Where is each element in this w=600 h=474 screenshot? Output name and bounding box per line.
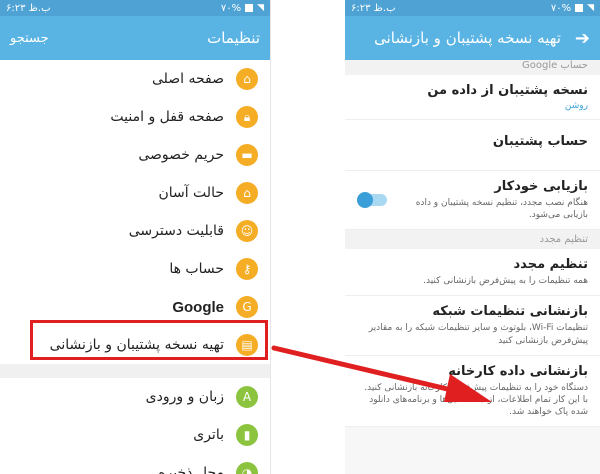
status-bar: ۶:۲۳ ب.ظ ۷۰% ◥	[345, 0, 600, 16]
battery-level: ۷۰%	[220, 2, 242, 14]
signal-icon	[245, 4, 254, 12]
menu-item-home[interactable]: ⌂ صفحه اصلی	[0, 60, 270, 98]
status-time: ۶:۲۳ ب.ظ	[351, 2, 396, 14]
language-icon: A	[236, 386, 258, 408]
section-divider	[0, 364, 270, 378]
page-title: تهیه نسخه پشتیبان و بازنشانی	[374, 29, 561, 47]
lock-icon: 🔒︎	[236, 106, 258, 128]
menu-item-easy-mode[interactable]: ⌂ حالت آسان	[0, 174, 270, 212]
menu-item-lock-security[interactable]: 🔒︎ صفحه قفل و امنیت	[0, 98, 270, 136]
easy-mode-icon: ⌂	[236, 182, 258, 204]
auto-restore-toggle[interactable]	[357, 192, 387, 209]
privacy-icon: ▬	[236, 144, 258, 166]
menu-item-battery[interactable]: ▮ باتری	[0, 416, 270, 454]
storage-icon: ◔	[236, 462, 258, 474]
app-bar: ➔ تهیه نسخه پشتیبان و بازنشانی	[345, 16, 600, 60]
menu-item-accessibility[interactable]: ☺ قابلیت دسترسی	[0, 212, 270, 250]
settings-list-2: A زبان و ورودی ▮ باتری ◔ محل ذخیره	[0, 378, 270, 474]
key-icon: ⚷	[236, 258, 258, 280]
wifi-icon: ◥	[587, 3, 594, 13]
menu-item-accounts[interactable]: ⚷ حساب ها	[0, 250, 270, 288]
settings-list: ⌂ صفحه اصلی 🔒︎ صفحه قفل و امنیت ▬ حریم خ…	[0, 60, 270, 364]
network-settings-reset[interactable]: بازنشانی تنظیمات شبکه تنظیمات Wi-Fi، بلو…	[345, 296, 600, 356]
menu-item-storage[interactable]: ◔ محل ذخیره	[0, 454, 270, 474]
battery-level: ۷۰%	[550, 2, 572, 14]
status-time: ۶:۲۳ ب.ظ	[6, 2, 51, 14]
backup-status: روشن	[564, 101, 588, 111]
menu-item-language[interactable]: A زبان و ورودی	[0, 378, 270, 416]
home-icon: ⌂	[236, 68, 258, 90]
search-button[interactable]: جستجو	[10, 31, 49, 46]
highlight-frame	[30, 320, 268, 360]
app-bar: تنظیمات جستجو	[0, 16, 270, 60]
section-header-google: حساب Google	[345, 60, 600, 75]
menu-item-privacy[interactable]: ▬ حریم خصوصی	[0, 136, 270, 174]
battery-icon: ▮	[236, 424, 258, 446]
back-arrow-icon[interactable]: ➔	[575, 28, 590, 49]
factory-data-reset[interactable]: بازنشانی داده کارخانه دستگاه خود را به ت…	[345, 355, 600, 428]
wifi-icon: ◥	[257, 3, 264, 13]
backup-reset-panel: ۶:۲۳ ب.ظ ۷۰% ◥ ➔ تهیه نسخه پشتیبان و باز…	[345, 0, 600, 474]
backup-account[interactable]: حساب پشتیبان	[345, 120, 600, 171]
reset-settings[interactable]: تنظیم مجدد همه تنظیمات را به پیش‌فرض باز…	[345, 249, 600, 297]
page-title: تنظیمات	[207, 29, 260, 47]
google-icon: G	[236, 296, 258, 318]
auto-restore[interactable]: بازیابی خودکار هنگام نصب مجدد، تنظیم نسخ…	[345, 171, 600, 231]
section-header-reset: تنظیم مجدد	[345, 230, 600, 250]
settings-panel: ۶:۲۳ ب.ظ ۷۰% ◥ تنظیمات جستجو ⌂ صفحه اصلی…	[0, 0, 271, 474]
backup-my-data[interactable]: نسخه پشتیبان از داده من روشن	[345, 75, 600, 120]
signal-icon	[575, 4, 584, 12]
status-bar: ۶:۲۳ ب.ظ ۷۰% ◥	[0, 0, 270, 16]
accessibility-icon: ☺	[236, 220, 258, 242]
